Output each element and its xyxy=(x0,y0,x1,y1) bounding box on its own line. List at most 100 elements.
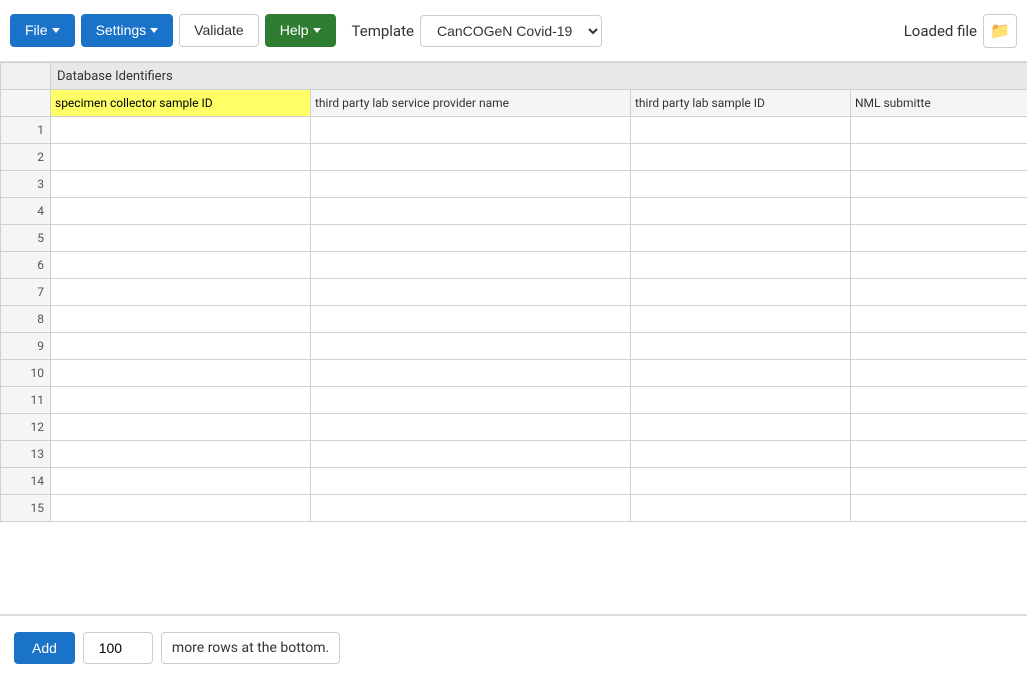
bottom-toolbar: Add more rows at the bottom. xyxy=(0,615,1027,679)
data-cell[interactable] xyxy=(631,144,851,171)
data-cell[interactable] xyxy=(851,333,1027,360)
data-cell[interactable] xyxy=(51,279,311,306)
data-cell[interactable] xyxy=(631,387,851,414)
table-row: 6 xyxy=(1,252,1027,279)
data-cell[interactable] xyxy=(311,171,631,198)
data-cell[interactable] xyxy=(51,387,311,414)
col-header-specimen[interactable]: specimen collector sample ID xyxy=(51,90,311,117)
table-row: 14 xyxy=(1,468,1027,495)
table-body: 123456789101112131415 xyxy=(1,117,1027,522)
row-number-cell: 6 xyxy=(1,252,51,279)
data-cell[interactable] xyxy=(851,252,1027,279)
data-cell[interactable] xyxy=(851,414,1027,441)
data-cell[interactable] xyxy=(631,171,851,198)
data-cell[interactable] xyxy=(311,279,631,306)
data-cell[interactable] xyxy=(51,414,311,441)
data-cell[interactable] xyxy=(311,198,631,225)
data-cell[interactable] xyxy=(311,495,631,522)
loaded-file-button[interactable]: 📁 xyxy=(983,14,1017,48)
col-header-third-party-sample[interactable]: third party lab sample ID xyxy=(631,90,851,117)
loaded-file-label: Loaded file xyxy=(904,22,977,40)
data-cell[interactable] xyxy=(51,252,311,279)
table-row: 8 xyxy=(1,306,1027,333)
data-cell[interactable] xyxy=(631,468,851,495)
data-cell[interactable] xyxy=(51,171,311,198)
data-cell[interactable] xyxy=(851,360,1027,387)
data-cell[interactable] xyxy=(51,225,311,252)
table-row: 1 xyxy=(1,117,1027,144)
data-cell[interactable] xyxy=(631,117,851,144)
data-cell[interactable] xyxy=(311,225,631,252)
data-cell[interactable] xyxy=(631,306,851,333)
data-cell[interactable] xyxy=(851,144,1027,171)
data-cell[interactable] xyxy=(851,171,1027,198)
row-number-cell: 4 xyxy=(1,198,51,225)
more-rows-label: more rows at the bottom. xyxy=(161,632,340,664)
table-row: 7 xyxy=(1,279,1027,306)
row-number-cell: 11 xyxy=(1,387,51,414)
col-header-third-party-name[interactable]: third party lab service provider name xyxy=(311,90,631,117)
add-button[interactable]: Add xyxy=(14,632,75,664)
data-cell[interactable] xyxy=(851,198,1027,225)
data-cell[interactable] xyxy=(311,252,631,279)
data-cell[interactable] xyxy=(631,225,851,252)
data-cell[interactable] xyxy=(311,144,631,171)
data-cell[interactable] xyxy=(311,387,631,414)
data-cell[interactable] xyxy=(51,441,311,468)
file-button[interactable]: File xyxy=(10,14,75,48)
data-cell[interactable] xyxy=(631,333,851,360)
row-number-cell: 15 xyxy=(1,495,51,522)
data-cell[interactable] xyxy=(51,360,311,387)
row-number-cell: 10 xyxy=(1,360,51,387)
data-cell[interactable] xyxy=(631,198,851,225)
data-cell[interactable] xyxy=(311,468,631,495)
data-cell[interactable] xyxy=(631,252,851,279)
data-cell[interactable] xyxy=(51,198,311,225)
rows-input[interactable] xyxy=(83,632,153,664)
row-number-cell: 8 xyxy=(1,306,51,333)
data-cell[interactable] xyxy=(51,306,311,333)
row-number-cell: 3 xyxy=(1,171,51,198)
data-cell[interactable] xyxy=(631,495,851,522)
data-cell[interactable] xyxy=(631,414,851,441)
data-cell[interactable] xyxy=(311,360,631,387)
table-row: 2 xyxy=(1,144,1027,171)
data-cell[interactable] xyxy=(311,441,631,468)
col-header-nml[interactable]: NML submitte xyxy=(851,90,1027,117)
data-cell[interactable] xyxy=(311,306,631,333)
data-cell[interactable] xyxy=(631,441,851,468)
row-number-cell: 9 xyxy=(1,333,51,360)
data-cell[interactable] xyxy=(631,279,851,306)
group-header-cell: Database Identifiers xyxy=(51,63,1027,90)
data-cell[interactable] xyxy=(851,468,1027,495)
group-header-row: Database Identifiers xyxy=(1,63,1027,90)
data-cell[interactable] xyxy=(311,333,631,360)
data-cell[interactable] xyxy=(851,279,1027,306)
validate-button[interactable]: Validate xyxy=(179,14,259,48)
data-cell[interactable] xyxy=(51,333,311,360)
table-row: 15 xyxy=(1,495,1027,522)
data-cell[interactable] xyxy=(851,306,1027,333)
data-cell[interactable] xyxy=(851,441,1027,468)
data-cell[interactable] xyxy=(51,144,311,171)
data-table: Database Identifiers specimen collector … xyxy=(0,62,1027,522)
settings-label: Settings xyxy=(96,21,147,41)
table-row: 11 xyxy=(1,387,1027,414)
data-cell[interactable] xyxy=(631,360,851,387)
table-row: 3 xyxy=(1,171,1027,198)
data-cell[interactable] xyxy=(851,387,1027,414)
file-caret-icon xyxy=(52,28,60,33)
data-cell[interactable] xyxy=(311,414,631,441)
data-cell[interactable] xyxy=(311,117,631,144)
data-cell[interactable] xyxy=(51,495,311,522)
template-select[interactable]: CanCOGeN Covid-19 xyxy=(420,15,602,47)
data-cell[interactable] xyxy=(51,468,311,495)
data-cell[interactable] xyxy=(851,225,1027,252)
data-cell[interactable] xyxy=(51,117,311,144)
data-cell[interactable] xyxy=(851,495,1027,522)
row-number-cell: 12 xyxy=(1,414,51,441)
row-number-cell: 14 xyxy=(1,468,51,495)
settings-button[interactable]: Settings xyxy=(81,14,174,48)
help-button[interactable]: Help xyxy=(265,14,336,48)
data-cell[interactable] xyxy=(851,117,1027,144)
